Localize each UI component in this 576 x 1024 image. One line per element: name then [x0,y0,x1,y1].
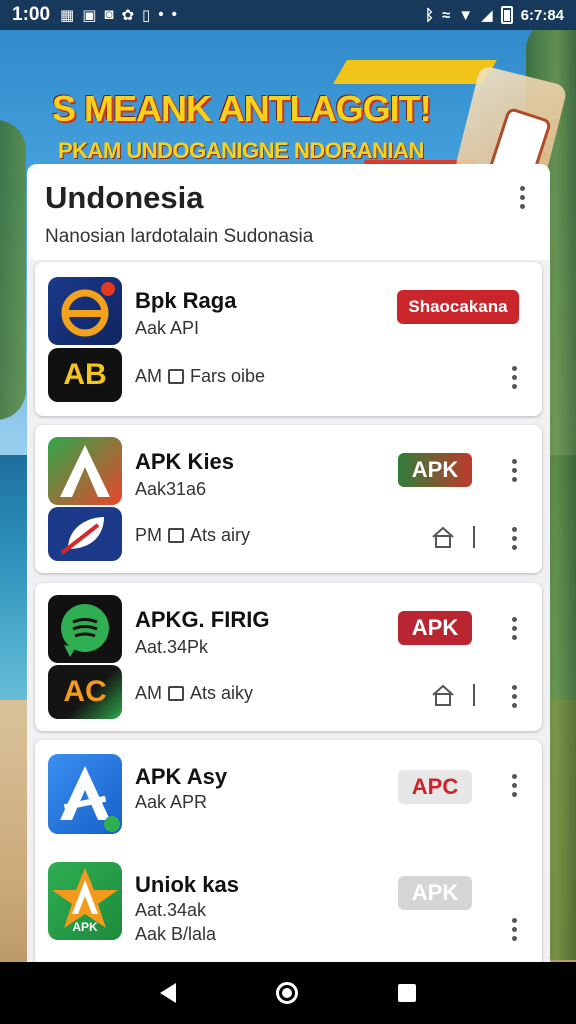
document-icon [168,528,184,543]
app-list-panel: Undonesia Nanosian lardotalain Sudonasia… [27,164,550,964]
back-icon[interactable] [160,983,176,1003]
status-time: 1:00 [12,4,51,25]
apk-badge[interactable]: APK [398,453,472,487]
wifi-calling-icon: ≈ [442,6,451,24]
wifi-icon: ▼ [458,6,474,24]
row2-label: PM [135,525,162,545]
status-badge[interactable]: Shaocakana [397,290,519,324]
app-name: Uniok kas [135,872,239,897]
icon-caption: APK [72,920,98,934]
dot-icon: • [158,6,164,23]
status-right-text: 6:7:84 [520,6,564,24]
app-card[interactable]: APKG. FIRIG Aat.34Pk APK AC AM Ats aiky [35,583,542,731]
app-meta-secondary: Aak B/lala [135,924,217,944]
app-meta: Aat.34ak [135,900,207,920]
app-card[interactable]: APK Asy Aak APR APC APK Uniok kas Aat.34… [35,740,542,964]
panel-header: Undonesia Nanosian lardotalain Sudonasia [27,164,550,260]
secondary-app-icon[interactable] [48,507,122,561]
row2-detail: Fars oibe [190,366,266,386]
apk-badge[interactable]: APK [398,876,472,910]
apk-badge[interactable]: APK [398,611,472,645]
recents-icon[interactable] [398,984,416,1002]
app-row2: PM Ats airy [135,525,250,546]
app-icon[interactable] [48,437,122,505]
more-options-icon[interactable] [504,685,524,708]
letter-a-icon [60,766,120,832]
divider [473,526,475,548]
signal-icon: ◢ [481,7,493,24]
row2-detail: Ats airy [190,525,251,545]
grid-icon: ▦ [60,7,75,24]
bluetooth-icon: ᛒ [424,6,434,24]
home-icon[interactable] [276,982,298,1004]
status-bar: 1:00 ▦ ▣ ◙ ✿ ▯ • • ᛒ ≈ ▼ ◢ 6:7:84 [0,0,576,30]
app-card[interactable]: Bpk Raga Aak API Shaocakana AB AM Fars o… [35,262,542,416]
more-options-icon[interactable] [504,918,524,941]
app-name: APK Kies [135,449,235,474]
secondary-app-icon[interactable]: AB [48,348,122,402]
letter-a-icon [60,445,110,497]
navigation-bar [0,962,576,1024]
icon-label: AB [63,358,107,391]
icon-label: AC [63,675,107,708]
app-card[interactable]: APK Kies Aak31a6 APK PM Ats airy [35,425,542,573]
app-row2: AM Ats aiky [135,683,253,704]
apc-badge[interactable]: APC [398,770,472,804]
home-outline-icon[interactable] [431,526,455,548]
more-options-icon[interactable] [504,774,524,797]
app-row2: AM Fars oibe [135,366,265,387]
home-outline-icon[interactable] [431,684,455,706]
status-right-icons: ᛒ ≈ ▼ ◢ 6:7:84 [425,6,564,24]
bug-icon: ✿ [121,7,135,24]
more-options-icon[interactable] [504,459,524,482]
dot-icon: • [171,6,177,23]
document-icon [168,369,184,384]
row2-detail: Ats aiky [190,683,254,703]
sd-card-icon: ▯ [142,7,151,24]
app-name: Bpk Raga [135,288,237,313]
chat-bubble-icon [61,604,109,657]
app-name: APKG. FIRIG [135,607,270,632]
leaf-icon [60,517,104,555]
app-meta: Aak API [135,318,200,338]
more-options-icon[interactable] [504,617,524,640]
page-subtitle: Nanosian lardotalain Sudonasia [45,226,314,247]
row2-label: AM [135,366,162,386]
status-left-icons: ▦ ▣ ◙ ✿ ▯ • • [60,6,177,24]
app-meta: Aat.34Pk [135,637,209,657]
banner-subtitle: PKAM UNDOGANIGNE NDORANIAN [58,138,424,163]
document-icon [168,686,184,701]
secondary-app-icon[interactable]: AC [48,665,122,719]
gear-icon [61,282,115,337]
image-icon: ▣ [82,7,97,24]
app-icon[interactable] [48,277,122,345]
media-icon: ◙ [104,6,114,23]
page-title: Undonesia [45,180,204,215]
app-name: APK Asy [135,764,228,789]
app-meta: Aak31a6 [135,479,207,499]
promo-banner[interactable]: S MEANK ANTLAGGIT! PKAM UNDOGANIGNE NDOR… [0,30,576,194]
row2-label: AM [135,683,162,703]
app-icon[interactable] [48,754,122,834]
divider [473,684,475,706]
banner-title: S MEANK ANTLAGGIT! [52,88,432,129]
app-icon[interactable] [48,595,122,663]
more-options-icon[interactable] [504,366,524,389]
battery-icon [500,6,513,24]
banner-stripe [333,60,497,84]
app-meta: Aak APR [135,792,208,812]
more-options-icon[interactable] [512,186,532,209]
app-icon[interactable]: APK [48,862,122,940]
more-options-icon[interactable] [504,527,524,550]
